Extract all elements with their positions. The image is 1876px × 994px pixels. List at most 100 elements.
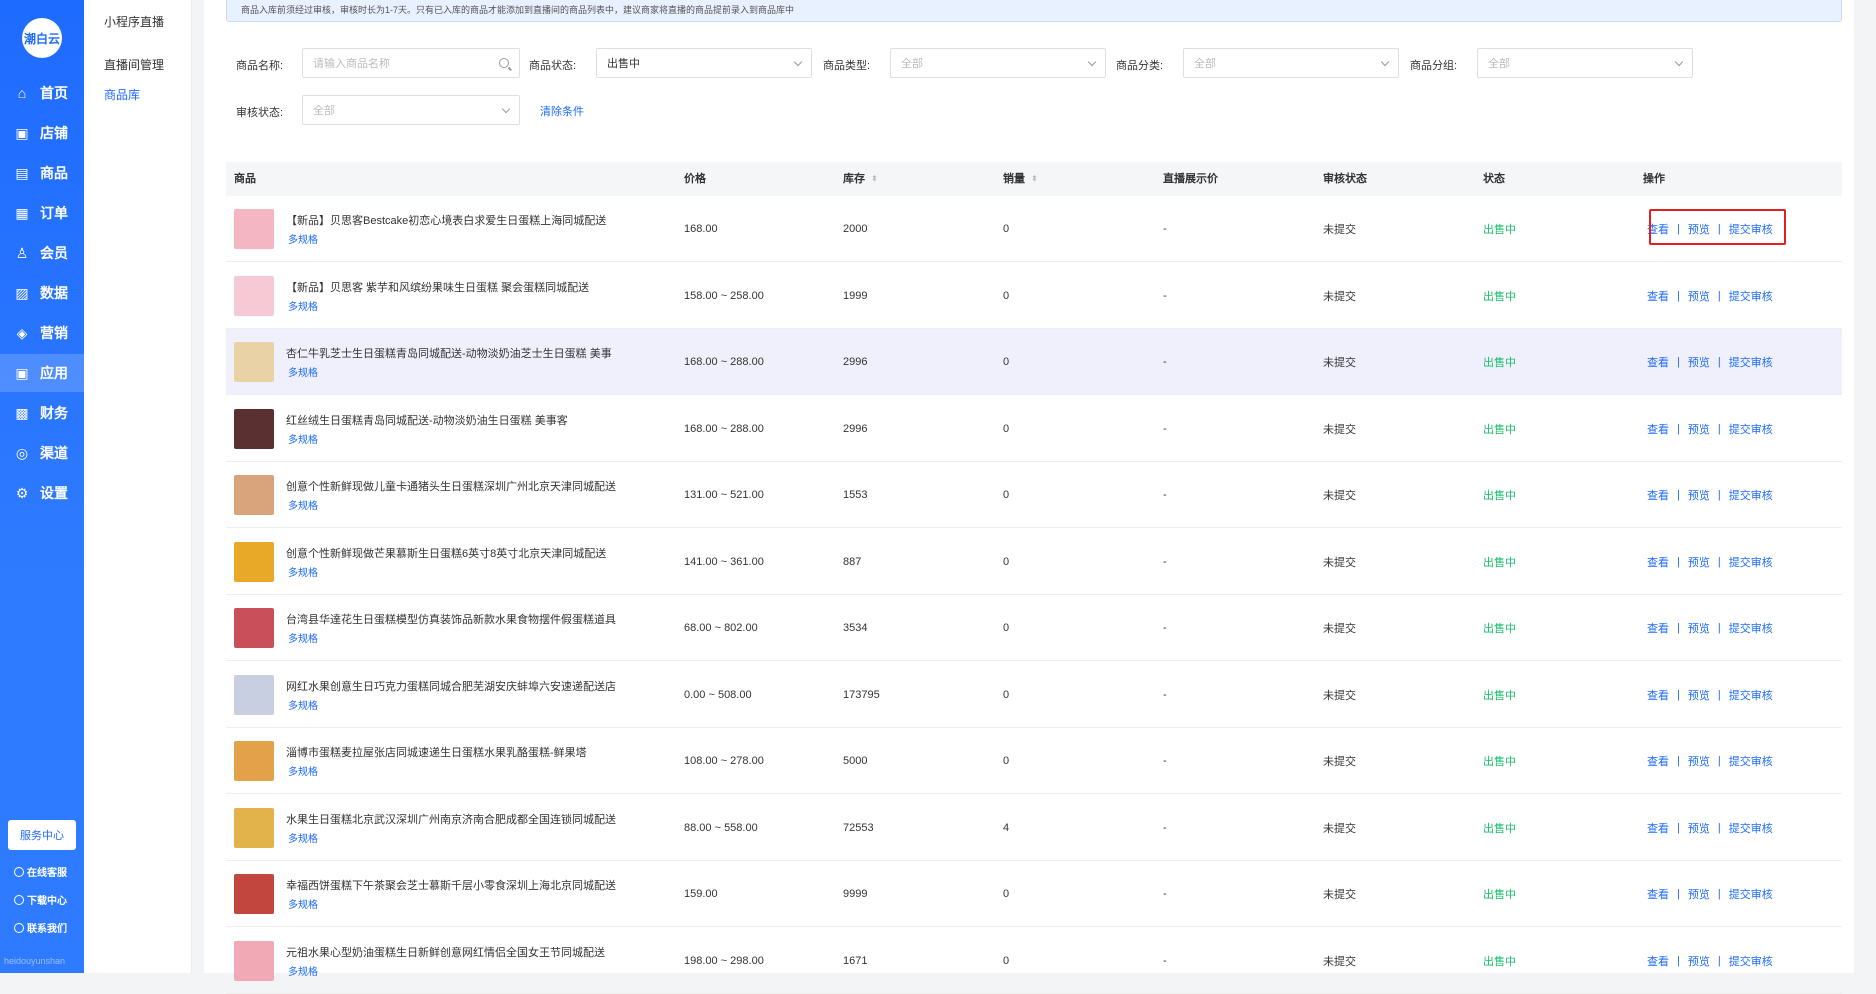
product-thumbnail[interactable] bbox=[234, 209, 274, 249]
nav-item-order[interactable]: ▦ 订单 bbox=[0, 194, 84, 232]
view-link[interactable]: 查看 bbox=[1647, 554, 1669, 570]
page-scrollbar[interactable] bbox=[1864, 0, 1876, 973]
product-thumbnail[interactable] bbox=[234, 674, 274, 715]
view-link[interactable]: 查看 bbox=[1647, 953, 1669, 969]
view-link[interactable]: 查看 bbox=[1647, 886, 1669, 902]
product-name[interactable]: 创意个性新鲜现做儿童卡通猪头生日蛋糕深圳广州北京天津同城配送 bbox=[286, 478, 616, 494]
clear-filters-link[interactable]: 清除条件 bbox=[540, 103, 584, 119]
preview-link[interactable]: 预览 bbox=[1688, 753, 1710, 769]
preview-link[interactable]: 预览 bbox=[1688, 886, 1710, 902]
online-service-link[interactable]: 在线客服 bbox=[14, 864, 67, 879]
header-sales[interactable]: 销量 ⬍ bbox=[1003, 162, 1038, 196]
view-link[interactable]: 查看 bbox=[1647, 354, 1669, 370]
product-thumbnail[interactable] bbox=[234, 475, 274, 515]
contact-us-link[interactable]: 联系我们 bbox=[14, 920, 67, 935]
multi-spec-tag[interactable]: 多规格 bbox=[288, 298, 318, 313]
multi-spec-tag[interactable]: 多规格 bbox=[288, 497, 318, 512]
search-icon[interactable] bbox=[499, 58, 509, 68]
table-row[interactable]: 网红水果创意生日巧克力蛋糕同城合肥芜湖安庆蚌埠六安速递配送店 多规格 0.00 … bbox=[226, 662, 1842, 728]
product-thumbnail[interactable] bbox=[234, 408, 274, 449]
view-link[interactable]: 查看 bbox=[1647, 421, 1669, 437]
nav-item-home[interactable]: ⌂ 首页 bbox=[0, 74, 84, 112]
submit-audit-link[interactable]: 提交审核 bbox=[1729, 953, 1773, 969]
nav-item-chart[interactable]: ▨ 数据 bbox=[0, 274, 84, 312]
product-thumbnail[interactable] bbox=[234, 608, 274, 648]
table-row[interactable]: 水果生日蛋糕北京武汉深圳广州南京济南合肥成都全国连锁同城配送 多规格 88.00… bbox=[226, 795, 1842, 861]
product-thumbnail[interactable] bbox=[234, 541, 274, 582]
product-thumbnail[interactable] bbox=[234, 940, 274, 981]
subnav-item-product-library[interactable]: 商品库 bbox=[104, 86, 140, 103]
multi-spec-tag[interactable]: 多规格 bbox=[288, 896, 318, 911]
table-row[interactable]: 杏仁牛乳芝士生日蛋糕青岛同城配送-动物淡奶油芝士生日蛋糕 美事 多规格 168.… bbox=[226, 329, 1842, 395]
product-thumbnail[interactable] bbox=[234, 807, 274, 848]
nav-item-gear[interactable]: ⚙ 设置 bbox=[0, 474, 84, 512]
preview-link[interactable]: 预览 bbox=[1688, 354, 1710, 370]
table-row[interactable]: 创意个性新鲜现做芒果慕斯生日蛋糕6英寸8英寸北京天津同城配送 多规格 141.0… bbox=[226, 529, 1842, 595]
product-name[interactable]: 【新品】贝思客 紫芋和风缤纷果味生日蛋糕 聚会蛋糕同城配送 bbox=[286, 279, 589, 295]
product-group-select[interactable]: 全部 bbox=[1477, 48, 1693, 78]
view-link[interactable]: 查看 bbox=[1647, 753, 1669, 769]
product-name[interactable]: 台湾县华達花生日蛋糕模型仿真装饰品新款水果食物摆件假蛋糕道具 bbox=[286, 611, 616, 627]
nav-item-user[interactable]: ♙ 会员 bbox=[0, 234, 84, 272]
product-name[interactable]: 淄博市蛋糕麦拉屋张店同城速递生日蛋糕水果乳酪蛋糕-鲜果塔 bbox=[286, 744, 587, 760]
preview-link[interactable]: 预览 bbox=[1688, 820, 1710, 836]
nav-item-app[interactable]: ▣ 应用 bbox=[0, 354, 84, 392]
product-name[interactable]: 红丝绒生日蛋糕青岛同城配送-动物淡奶油生日蛋糕 美事客 bbox=[286, 412, 568, 428]
view-link[interactable]: 查看 bbox=[1647, 620, 1669, 636]
submit-audit-link[interactable]: 提交审核 bbox=[1729, 886, 1773, 902]
product-thumbnail[interactable] bbox=[234, 342, 274, 382]
service-center-button[interactable]: 服务中心 bbox=[8, 820, 76, 850]
multi-spec-tag[interactable]: 多规格 bbox=[288, 431, 318, 446]
product-name[interactable]: 创意个性新鲜现做芒果慕斯生日蛋糕6英寸8英寸北京天津同城配送 bbox=[286, 545, 606, 561]
product-name[interactable]: 水果生日蛋糕北京武汉深圳广州南京济南合肥成都全国连锁同城配送 bbox=[286, 811, 616, 827]
product-type-select[interactable]: 全部 bbox=[890, 48, 1106, 78]
preview-link[interactable]: 预览 bbox=[1688, 953, 1710, 969]
table-row[interactable]: 淄博市蛋糕麦拉屋张店同城速递生日蛋糕水果乳酪蛋糕-鲜果塔 多规格 108.00 … bbox=[226, 728, 1842, 794]
table-row[interactable]: 幸福西饼蛋糕下午茶聚会芝士慕斯千层小零食深圳上海北京同城配送 多规格 159.0… bbox=[226, 861, 1842, 927]
product-thumbnail[interactable] bbox=[234, 874, 274, 914]
submit-audit-link[interactable]: 提交审核 bbox=[1729, 554, 1773, 570]
table-row[interactable]: 红丝绒生日蛋糕青岛同城配送-动物淡奶油生日蛋糕 美事客 多规格 168.00 ~… bbox=[226, 396, 1842, 462]
submit-audit-link[interactable]: 提交审核 bbox=[1729, 487, 1773, 503]
view-link[interactable]: 查看 bbox=[1647, 288, 1669, 304]
nav-item-finance[interactable]: ▩ 财务 bbox=[0, 394, 84, 432]
brand-logo[interactable]: 潮白云 bbox=[22, 18, 62, 58]
preview-link[interactable]: 预览 bbox=[1688, 421, 1710, 437]
table-row[interactable]: 【新品】贝思客Bestcake初恋心境表白求爱生日蛋糕上海同城配送 多规格 16… bbox=[226, 196, 1842, 262]
preview-link[interactable]: 预览 bbox=[1688, 487, 1710, 503]
product-name[interactable]: 幸福西饼蛋糕下午茶聚会芝士慕斯千层小零食深圳上海北京同城配送 bbox=[286, 877, 616, 893]
preview-link[interactable]: 预览 bbox=[1688, 554, 1710, 570]
table-row[interactable]: 【新品】贝思客 紫芋和风缤纷果味生日蛋糕 聚会蛋糕同城配送 多规格 158.00… bbox=[226, 263, 1842, 329]
submit-audit-link[interactable]: 提交审核 bbox=[1729, 620, 1773, 636]
product-thumbnail[interactable] bbox=[234, 741, 274, 781]
preview-link[interactable]: 预览 bbox=[1688, 620, 1710, 636]
product-name[interactable]: 网红水果创意生日巧克力蛋糕同城合肥芜湖安庆蚌埠六安速递配送店 bbox=[286, 678, 616, 694]
download-center-link[interactable]: 下载中心 bbox=[14, 892, 67, 907]
multi-spec-tag[interactable]: 多规格 bbox=[288, 630, 318, 645]
subnav-item-live-room[interactable]: 直播间管理 bbox=[104, 56, 164, 73]
nav-item-tag[interactable]: ◈ 营销 bbox=[0, 314, 84, 352]
multi-spec-tag[interactable]: 多规格 bbox=[288, 564, 318, 579]
sort-icon[interactable]: ⬍ bbox=[1031, 162, 1038, 196]
view-link[interactable]: 查看 bbox=[1647, 820, 1669, 836]
multi-spec-tag[interactable]: 多规格 bbox=[288, 364, 318, 379]
audit-state-select[interactable]: 全部 bbox=[302, 95, 520, 125]
product-name[interactable]: 元祖水果心型奶油蛋糕生日新鲜创意网红情侣全国女王节同城配送 bbox=[286, 944, 605, 960]
table-row[interactable]: 元祖水果心型奶油蛋糕生日新鲜创意网红情侣全国女王节同城配送 多规格 198.00… bbox=[226, 928, 1842, 994]
preview-link[interactable]: 预览 bbox=[1688, 687, 1710, 703]
product-name[interactable]: 杏仁牛乳芝士生日蛋糕青岛同城配送-动物淡奶油芝士生日蛋糕 美事 bbox=[286, 345, 612, 361]
submit-audit-link[interactable]: 提交审核 bbox=[1729, 820, 1773, 836]
product-state-select[interactable]: 出售中 bbox=[596, 48, 812, 78]
preview-link[interactable]: 预览 bbox=[1688, 288, 1710, 304]
submit-audit-link[interactable]: 提交审核 bbox=[1729, 753, 1773, 769]
view-link[interactable]: 查看 bbox=[1647, 687, 1669, 703]
multi-spec-tag[interactable]: 多规格 bbox=[288, 697, 318, 712]
submit-audit-link[interactable]: 提交审核 bbox=[1729, 421, 1773, 437]
submit-audit-link[interactable]: 提交审核 bbox=[1729, 687, 1773, 703]
submit-audit-link[interactable]: 提交审核 bbox=[1729, 288, 1773, 304]
product-category-select[interactable]: 全部 bbox=[1183, 48, 1399, 78]
table-row[interactable]: 台湾县华達花生日蛋糕模型仿真装饰品新款水果食物摆件假蛋糕道具 多规格 68.00… bbox=[226, 595, 1842, 661]
header-stock[interactable]: 库存 ⬍ bbox=[843, 162, 878, 196]
multi-spec-tag[interactable]: 多规格 bbox=[288, 963, 318, 978]
product-name[interactable]: 【新品】贝思客Bestcake初恋心境表白求爱生日蛋糕上海同城配送 bbox=[286, 212, 606, 228]
